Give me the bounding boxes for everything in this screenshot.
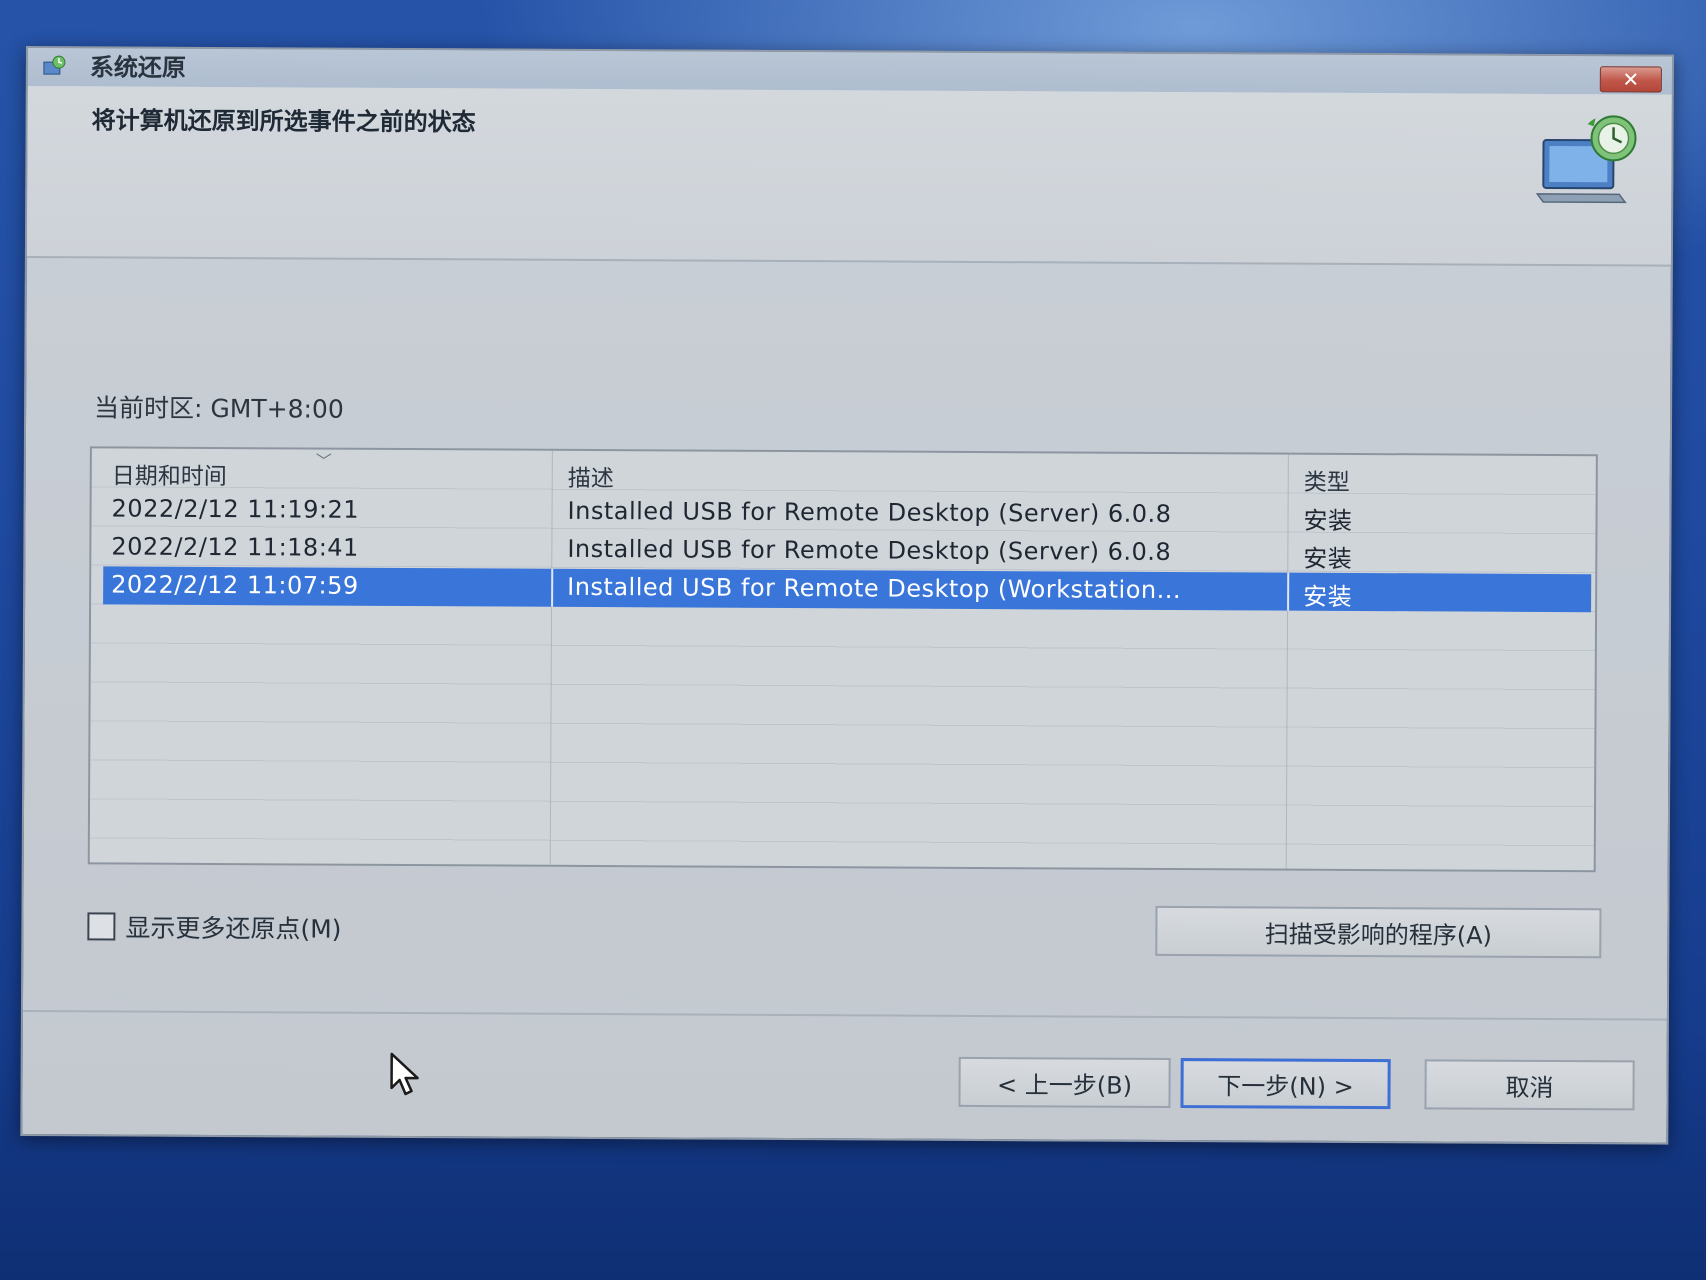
row-type: 安装 (1303, 506, 1353, 535)
cancel-button-label: 取消 (1505, 1073, 1554, 1102)
row-type: 安装 (1303, 544, 1353, 573)
page-title: 将计算机还原到所选事件之前的状态 (91, 106, 476, 137)
cell-separator (551, 568, 554, 607)
list-header: 日期和时间 ﹀ 描述 类型 (92, 448, 1596, 496)
row-date: 2022/2/12 11:19:21 (111, 494, 360, 524)
next-button[interactable]: 下一步(N) > (1180, 1058, 1391, 1110)
row-type: 安装 (1303, 582, 1353, 611)
footer-divider (22, 1009, 1667, 1021)
back-button[interactable]: < 上一步(B) (958, 1056, 1171, 1109)
column-header-datetime[interactable]: 日期和时间 (112, 456, 227, 491)
restore-point-list[interactable]: 日期和时间 ﹀ 描述 类型 2022/2/12 11:19:21 Install… (87, 446, 1598, 873)
show-more-checkbox[interactable] (87, 912, 116, 941)
show-more-label: 显示更多还原点(M) (125, 913, 342, 944)
restore-computer-icon (1535, 115, 1637, 204)
wizard-header: 将计算机还原到所选事件之前的状态 (26, 86, 1672, 267)
system-restore-icon (43, 55, 66, 75)
timezone-label: 当前时区: GMT+8:00 (94, 393, 344, 424)
back-button-label: < 上一步(B) (997, 1070, 1133, 1100)
close-button[interactable]: ✕ (1599, 66, 1662, 93)
row-description: Installed USB for Remote Desktop (Server… (567, 496, 1172, 529)
row-date: 2022/2/12 11:07:59 (111, 570, 359, 600)
column-header-type[interactable]: 类型 (1304, 463, 1350, 497)
row-description: Installed USB for Remote Desktop (Server… (567, 534, 1172, 567)
window-title: 系统还原 (89, 53, 186, 82)
cancel-button[interactable]: 取消 (1424, 1059, 1635, 1111)
system-restore-window: 系统还原 ✕ 将计算机还原到所选事件之前的状态 当前时区: GMT+8:00 日… (20, 46, 1674, 1145)
table-row-selected[interactable]: 2022/2/12 11:07:59 Installed USB for Rem… (103, 566, 1592, 613)
row-date: 2022/2/12 11:18:41 (111, 532, 359, 562)
show-more-restore-points[interactable]: 显示更多还原点(M) (87, 908, 342, 945)
next-button-label: 下一步(N) > (1217, 1071, 1354, 1101)
mouse-cursor-icon (390, 1052, 419, 1096)
column-header-description[interactable]: 描述 (568, 459, 614, 493)
scan-button-label: 扫描受影响的程序(A) (1264, 919, 1493, 950)
close-icon: ✕ (1622, 67, 1640, 92)
scan-affected-programs-button[interactable]: 扫描受影响的程序(A) (1155, 905, 1602, 959)
sort-descending-icon: ﹀ (315, 451, 332, 471)
cell-separator (1287, 572, 1290, 611)
row-description: Installed USB for Remote Desktop (Workst… (567, 572, 1182, 605)
